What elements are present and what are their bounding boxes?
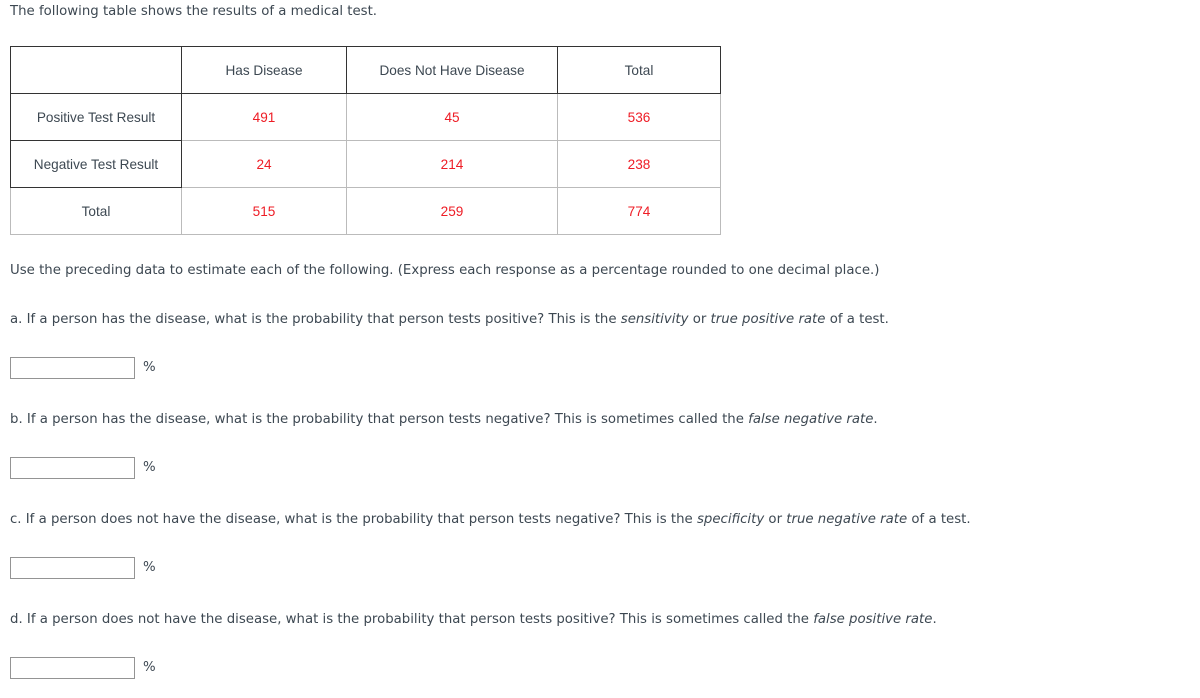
cell-grand-total: 774 (557, 187, 721, 235)
question-a-term-sensitivity: sensitivity (620, 312, 689, 327)
question-a-text: a. If a person has the disease, what is … (10, 311, 889, 329)
cell-positive-no-disease: 45 (346, 93, 558, 141)
question-b-prefix: b. If a person has the disease, what is … (10, 412, 749, 427)
row-header-total: Total (10, 187, 182, 235)
column-header-has-disease: Has Disease (181, 46, 347, 94)
question-a-middle: or (688, 312, 711, 327)
cell-total-no-disease: 259 (346, 187, 558, 235)
table-row: Negative Test Result 24 214 238 (10, 140, 721, 188)
cell-positive-has-disease: 491 (181, 93, 347, 141)
answer-input-a[interactable] (10, 357, 135, 379)
question-c-term-true-negative-rate: true negative rate (786, 512, 908, 527)
question-c-text: c. If a person does not have the disease… (10, 511, 971, 529)
question-a-term-true-positive-rate: true positive rate (710, 312, 826, 327)
question-b-suffix: . (873, 412, 878, 427)
medical-test-results-table: Has Disease Does Not Have Disease Total … (10, 46, 721, 235)
question-a-suffix: of a test. (825, 312, 889, 327)
percent-label-a: % (143, 360, 156, 375)
question-d-term-false-positive-rate: false positive rate (813, 612, 933, 627)
answer-row-a: % (10, 357, 156, 379)
percent-label-b: % (143, 460, 156, 475)
percent-label-d: % (143, 660, 156, 675)
row-header-negative-test-result: Negative Test Result (10, 140, 182, 188)
cell-negative-has-disease: 24 (181, 140, 347, 188)
results-table-container: Has Disease Does Not Have Disease Total … (10, 46, 721, 235)
answer-row-b: % (10, 457, 156, 479)
question-c-prefix: c. If a person does not have the disease… (10, 512, 697, 527)
intro-text: The following table shows the results of… (10, 4, 378, 19)
column-header-total: Total (557, 46, 721, 94)
question-c-suffix: of a test. (907, 512, 971, 527)
question-c-middle: or (764, 512, 787, 527)
table-row: Positive Test Result 491 45 536 (10, 93, 721, 141)
cell-negative-no-disease: 214 (346, 140, 558, 188)
row-header-positive-test-result: Positive Test Result (10, 93, 182, 141)
answer-row-c: % (10, 557, 156, 579)
question-c-term-specificity: specificity (696, 512, 765, 527)
question-d-suffix: . (932, 612, 937, 627)
question-d-text: d. If a person does not have the disease… (10, 611, 937, 629)
column-header-blank (10, 46, 182, 94)
cell-positive-total: 536 (557, 93, 721, 141)
table-header-row: Has Disease Does Not Have Disease Total (10, 46, 721, 94)
instructions-text: Use the preceding data to estimate each … (10, 263, 880, 278)
answer-row-d: % (10, 657, 156, 679)
answer-input-d[interactable] (10, 657, 135, 679)
question-a-prefix: a. If a person has the disease, what is … (10, 312, 621, 327)
cell-negative-total: 238 (557, 140, 721, 188)
percent-label-c: % (143, 560, 156, 575)
answer-input-c[interactable] (10, 557, 135, 579)
table-row: Total 515 259 774 (10, 187, 721, 235)
question-b-term-false-negative-rate: false negative rate (748, 412, 874, 427)
question-d-prefix: d. If a person does not have the disease… (10, 612, 814, 627)
column-header-does-not-have-disease: Does Not Have Disease (346, 46, 558, 94)
question-b-text: b. If a person has the disease, what is … (10, 411, 878, 429)
cell-total-has-disease: 515 (181, 187, 347, 235)
answer-input-b[interactable] (10, 457, 135, 479)
